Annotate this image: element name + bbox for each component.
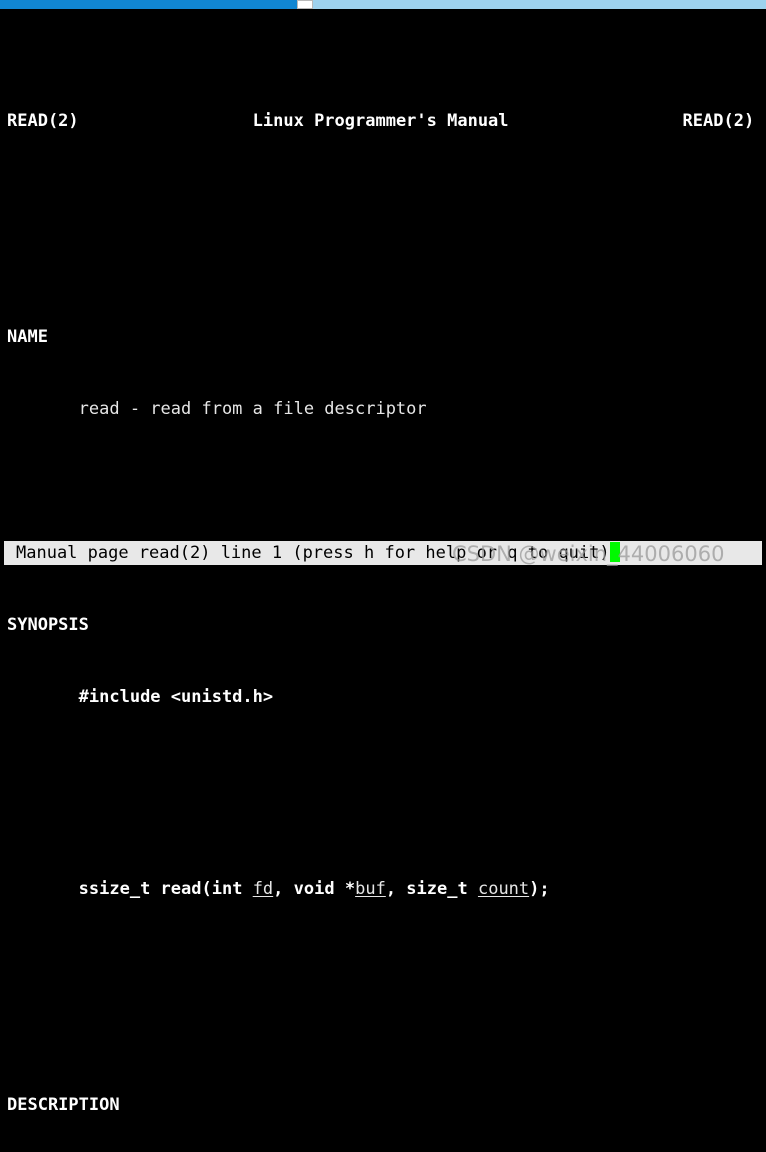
scrollbar-knob[interactable]: [297, 0, 313, 9]
man-header-line: READ(2) Linux Programmer's Manual READ(2…: [0, 109, 766, 133]
status-bar[interactable]: Manual page read(2) line 1 (press h for …: [4, 541, 762, 565]
synopsis-include-text: #include <unistd.h>: [78, 687, 274, 707]
prototype-function-name: read: [160, 879, 202, 899]
prototype-sep-1: ,: [273, 879, 294, 899]
man-header-right: READ(2): [682, 111, 755, 131]
man-page-terminal[interactable]: READ(2) Linux Programmer's Manual READ(2…: [0, 9, 766, 1115]
name-heading-text: NAME: [7, 327, 48, 347]
section-heading-description: DESCRIPTION: [0, 1093, 766, 1117]
prototype-arg-buf: buf: [355, 879, 386, 899]
status-bar-text: Manual page read(2) line 1 (press h for …: [16, 543, 610, 563]
prototype-sep-2: ,: [385, 879, 407, 899]
man-header-gap1: [79, 111, 253, 131]
bottom-filler: [0, 565, 766, 576]
scrollbar-fill: [0, 0, 297, 9]
prototype-arg-fd: fd: [252, 879, 274, 899]
synopsis-heading-text: SYNOPSIS: [7, 615, 89, 635]
prototype-arg-count: count: [477, 879, 530, 899]
scrollbar-track[interactable]: [313, 0, 766, 9]
prototype-star: *: [334, 879, 356, 899]
text-cursor: [609, 542, 620, 562]
synopsis-include-line: #include <unistd.h>: [0, 685, 766, 709]
section-heading-synopsis: SYNOPSIS: [0, 613, 766, 637]
man-header-left: READ(2): [7, 111, 79, 131]
prototype-space: [468, 879, 478, 899]
man-header-gap2: [509, 111, 683, 131]
prototype-return-type: ssize_t: [78, 879, 161, 899]
prototype-keyword-void: void: [293, 879, 335, 899]
name-body-line: read - read from a file descriptor: [0, 397, 766, 421]
man-header-center: Linux Programmer's Manual: [252, 111, 509, 131]
description-heading-text: DESCRIPTION: [7, 1095, 120, 1115]
prototype-close-paren: );: [529, 879, 550, 899]
section-heading-name: NAME: [0, 325, 766, 349]
name-body-text: read - read from a file descriptor: [78, 399, 427, 419]
synopsis-prototype-line: ssize_t read(int fd, void *buf, size_t c…: [0, 877, 766, 901]
top-scrollbar[interactable]: [0, 0, 766, 9]
prototype-open-paren: (int: [201, 879, 253, 899]
prototype-keyword-size-t: size_t: [406, 879, 468, 899]
